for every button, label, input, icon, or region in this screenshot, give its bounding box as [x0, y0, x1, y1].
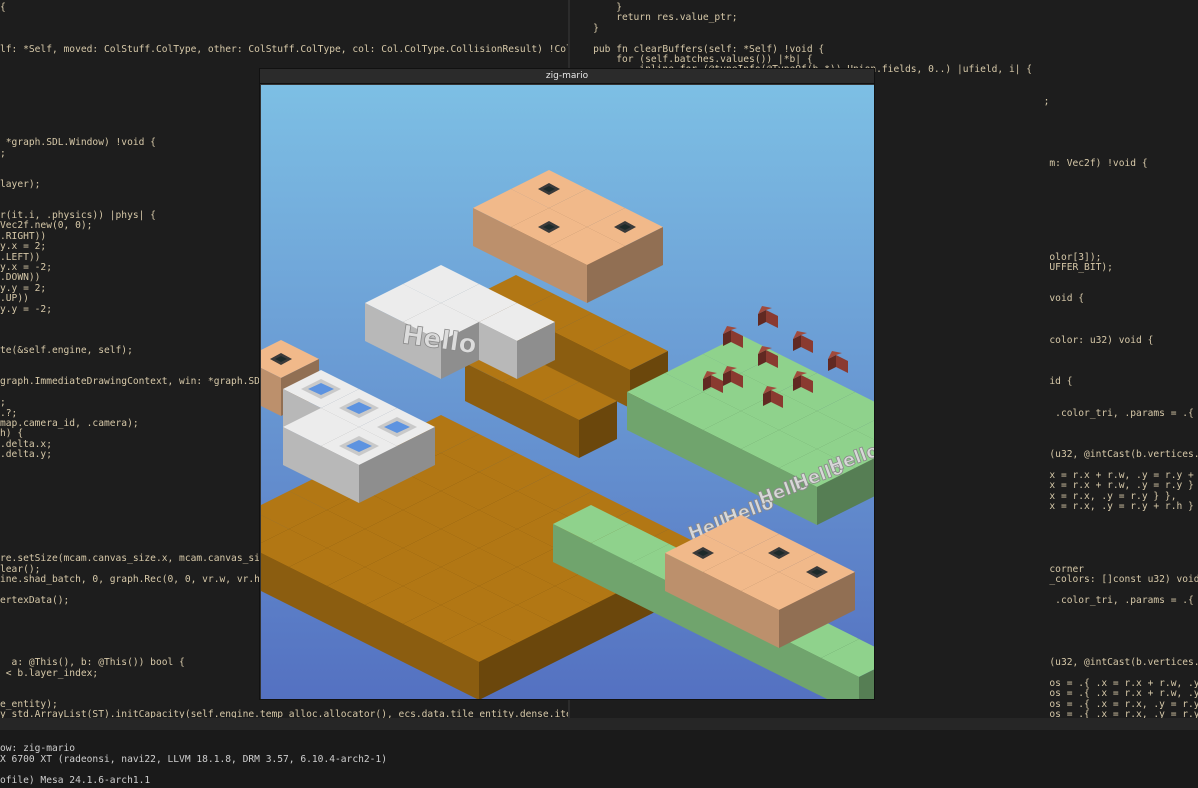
code-line: y std.ArrayList(ST).initCapacity(self.en… [0, 709, 568, 718]
terminal-pane[interactable]: ow: zig-mario X 6700 XT (radeonsi, navi22… [0, 730, 1198, 788]
code-line: graph.ImmediateDrawingContext, win: *gra… [0, 376, 272, 388]
window-title-bar[interactable]: zig-mario [260, 69, 874, 84]
code-line: y.y = -2; [0, 303, 52, 315]
code-line: *graph.SDL.Window) !void { [0, 137, 156, 149]
code-line: .delta.y; [0, 449, 52, 461]
code-line: a: @This(), b: @This()) bool { [0, 657, 185, 669]
code-line: te(&self.engine, self); [0, 345, 133, 357]
code-line: layer); [0, 178, 41, 190]
game-viewport[interactable]: HelloHelloHelloHelloHelloHello [261, 85, 874, 699]
code-line: y.x = 2; [0, 241, 47, 253]
code-line: .UP)) [0, 293, 29, 305]
terminal-line: ofile) Mesa 24.1.6-arch1.1 [0, 774, 151, 786]
code-line: ; [0, 397, 6, 409]
code-line: os = .{ .x = r.x, .y = r.y + r.h } }, [570, 709, 1198, 718]
code-line: lf: *Self, moved: ColStuff.ColType, othe… [0, 43, 568, 55]
window-title: zig-mario [545, 71, 589, 81]
code-line: { [0, 2, 6, 13]
terminal-line: ow: zig-mario [0, 743, 76, 755]
code-line: ertexData(); [0, 594, 70, 606]
code-line: ine.shad_batch, 0, graph.Rec(0, 0, vr.w,… [0, 574, 266, 585]
code-line: Vec2f.new(0, 0); [0, 220, 93, 232]
terminal-line: X 6700 XT (radeonsi, navi22, LLVM 18.1.8… [0, 753, 387, 765]
code-line: } [570, 22, 599, 34]
code-line: < b.layer_index; [0, 667, 99, 679]
terminal-divider[interactable] [0, 718, 1198, 730]
code-line: h) { [0, 428, 24, 440]
code-line: .DOWN)) [0, 272, 41, 284]
game-window[interactable]: zig-mario Hello Hello Hello Hello Hello Hello [259, 68, 875, 700]
code-line: re.setSize(mcam.canvas_size.x, mcam.canv… [0, 553, 266, 565]
code-line: ; [0, 147, 6, 159]
code-line: return res.value_ptr; [570, 12, 738, 24]
